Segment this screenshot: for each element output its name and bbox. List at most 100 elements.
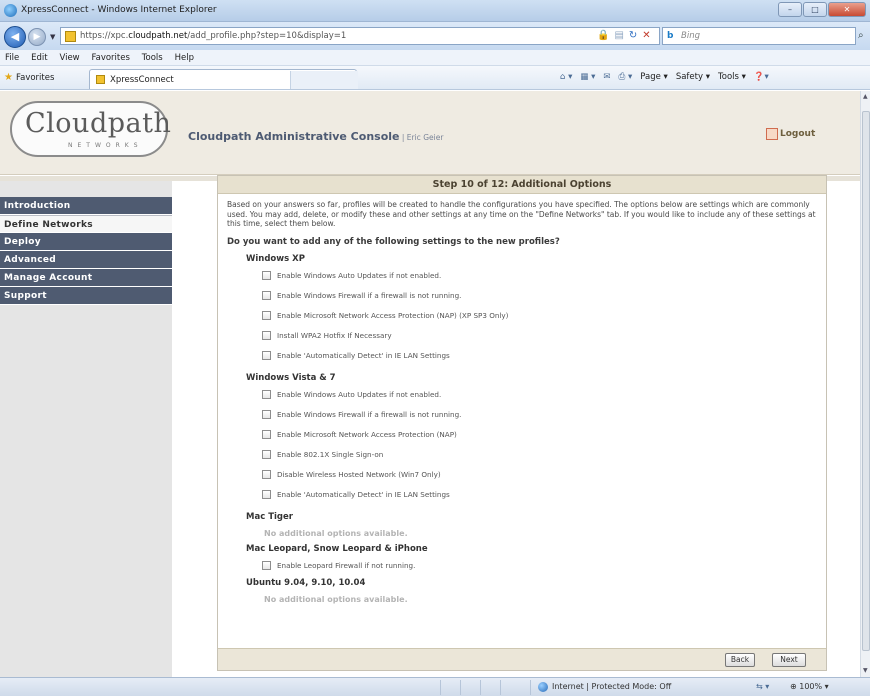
menu-file[interactable]: File xyxy=(0,50,23,63)
status-divider xyxy=(480,680,481,695)
command-bar: ⌂ ▾ ▦ ▾ ✉ ⎙ ▾ Page ▾ Safety ▾ Tools ▾ ❓▾ xyxy=(560,72,769,82)
close-button[interactable]: ✕ xyxy=(828,2,866,17)
option-checkbox[interactable] xyxy=(262,449,271,459)
option-label[interactable]: Enable Microsoft Network Access Protecti… xyxy=(277,311,508,320)
page-menu[interactable]: Page ▾ xyxy=(640,72,668,82)
question-text: Do you want to add any of the following … xyxy=(227,236,560,247)
option-label[interactable]: Install WPA2 Hotfix If Necessary xyxy=(277,331,392,340)
favorites-star-icon[interactable]: ★ xyxy=(4,72,13,83)
option-checkbox[interactable] xyxy=(262,389,271,399)
status-divider xyxy=(530,680,531,695)
sidebar-item-support[interactable]: Support xyxy=(0,287,172,305)
sidebar-item-define-networks[interactable]: Define Networks xyxy=(0,215,172,233)
option-checkbox[interactable] xyxy=(262,489,271,499)
sidebar-item-deploy[interactable]: Deploy xyxy=(0,233,172,251)
address-bar-icons: 🔒 ▤ ↻ ✕ xyxy=(597,30,651,41)
search-input[interactable]: b Bing xyxy=(662,27,856,45)
group-heading: Ubuntu 9.04, 9.10, 10.04 xyxy=(246,577,366,588)
option-checkbox[interactable] xyxy=(262,310,271,320)
option-checkbox[interactable] xyxy=(262,270,271,280)
step-title: Step 10 of 12: Additional Options xyxy=(218,176,826,194)
logout-icon[interactable] xyxy=(766,128,778,140)
address-toolbar: ◀ ▶ ▼ https://xpc.cloudpath.net/add_prof… xyxy=(0,22,870,50)
help-icon[interactable]: ❓▾ xyxy=(754,72,769,82)
menu-tools[interactable]: Tools xyxy=(137,50,167,63)
option-checkbox[interactable] xyxy=(262,429,271,439)
refresh-icon[interactable]: ↻ xyxy=(629,30,637,41)
tools-menu[interactable]: Tools ▾ xyxy=(718,72,746,82)
option-label[interactable]: Enable Windows Auto Updates if not enabl… xyxy=(277,390,441,399)
option-row: Install WPA2 Hotfix If Necessary xyxy=(246,326,826,346)
vertical-scrollbar[interactable]: ▲ ▼ xyxy=(860,91,870,677)
group-mac-leopard: Mac Leopard, Snow Leopard & iPhone Enabl… xyxy=(218,544,826,576)
option-label[interactable]: Enable 'Automatically Detect' in IE LAN … xyxy=(277,490,450,499)
maximize-button[interactable]: □ xyxy=(803,2,827,17)
stop-icon[interactable]: ✕ xyxy=(642,30,650,41)
option-row: Enable Windows Auto Updates if not enabl… xyxy=(246,385,826,405)
print-icon[interactable]: ⎙ ▾ xyxy=(619,72,633,82)
option-label[interactable]: Enable 802.1X Single Sign-on xyxy=(277,450,383,459)
option-checkbox[interactable] xyxy=(262,469,271,479)
protected-mode-icon[interactable]: ⇆ ▾ xyxy=(756,682,769,691)
page-content: Cloudpath NETWORKS Cloudpath Administrat… xyxy=(0,91,860,677)
sidebar-item-advanced[interactable]: Advanced xyxy=(0,251,172,269)
option-label[interactable]: Enable Windows Auto Updates if not enabl… xyxy=(277,271,441,280)
security-zone-text[interactable]: Internet | Protected Mode: Off xyxy=(552,682,671,691)
menu-help[interactable]: Help xyxy=(170,50,198,63)
favorites-button[interactable]: Favorites xyxy=(16,73,54,83)
home-icon[interactable]: ⌂ ▾ xyxy=(560,72,572,82)
read-mail-icon[interactable]: ✉ xyxy=(603,72,610,82)
option-label[interactable]: Disable Wireless Hosted Network (Win7 On… xyxy=(277,470,441,479)
sidebar-item-manage-account[interactable]: Manage Account xyxy=(0,269,172,287)
scrollbar-thumb[interactable] xyxy=(862,111,870,651)
recent-pages-dropdown[interactable]: ▼ xyxy=(50,33,55,41)
group-windows-vista-7: Windows Vista & 7 Enable Windows Auto Up… xyxy=(218,373,826,505)
scroll-up-icon[interactable]: ▲ xyxy=(863,93,868,100)
menu-view[interactable]: View xyxy=(54,50,83,63)
option-label[interactable]: Enable Microsoft Network Access Protecti… xyxy=(277,430,457,439)
option-checkbox[interactable] xyxy=(262,560,271,570)
compatibility-view-icon[interactable]: ▤ xyxy=(614,30,623,41)
option-row: Enable Leopard Firewall if not running. xyxy=(246,556,826,576)
option-checkbox[interactable] xyxy=(262,330,271,340)
status-divider xyxy=(440,680,441,695)
group-heading: Mac Tiger xyxy=(246,511,293,522)
group-ubuntu: Ubuntu 9.04, 9.10, 10.04 No additional o… xyxy=(218,578,826,610)
logout-link[interactable]: Logout xyxy=(780,129,815,139)
menu-edit[interactable]: Edit xyxy=(26,50,51,63)
user-name: Eric Geier xyxy=(406,133,444,142)
option-label[interactable]: Enable Windows Firewall if a firewall is… xyxy=(277,291,461,300)
minimize-button[interactable]: – xyxy=(778,2,802,17)
menu-favorites[interactable]: Favorites xyxy=(87,50,134,63)
sidebar-nav: Introduction Define Networks Deploy Adva… xyxy=(0,197,172,305)
group-mac-tiger: Mac Tiger No additional options availabl… xyxy=(218,512,826,544)
option-checkbox[interactable] xyxy=(262,409,271,419)
search-magnifier-icon[interactable]: ⌕ xyxy=(858,30,866,41)
option-checkbox[interactable] xyxy=(262,290,271,300)
option-row: Enable 802.1X Single Sign-on xyxy=(246,445,826,465)
zoom-level[interactable]: ⊕ 100% ▾ xyxy=(790,682,829,691)
safety-menu[interactable]: Safety ▾ xyxy=(676,72,710,82)
lock-icon[interactable]: 🔒 xyxy=(597,30,609,41)
option-row: Enable Windows Firewall if a firewall is… xyxy=(246,405,826,425)
next-step-button[interactable]: Next xyxy=(772,653,806,667)
option-label[interactable]: Enable Leopard Firewall if not running. xyxy=(277,561,415,570)
option-label[interactable]: Enable Windows Firewall if a firewall is… xyxy=(277,410,461,419)
option-row: Enable Windows Firewall if a firewall is… xyxy=(246,286,826,306)
tab-title: XpressConnect xyxy=(110,75,174,85)
scroll-down-icon[interactable]: ▼ xyxy=(863,667,868,674)
group-heading: Windows Vista & 7 xyxy=(246,372,336,383)
browser-tab[interactable]: XpressConnect xyxy=(89,69,358,89)
url-text[interactable]: https://xpc.cloudpath.net/add_profile.ph… xyxy=(80,31,346,41)
forward-button[interactable]: ▶ xyxy=(28,28,46,46)
group-heading: Mac Leopard, Snow Leopard & iPhone xyxy=(246,543,428,554)
option-checkbox[interactable] xyxy=(262,350,271,360)
sidebar-item-introduction[interactable]: Introduction xyxy=(0,197,172,215)
site-favicon-icon xyxy=(65,31,76,42)
address-bar[interactable]: https://xpc.cloudpath.net/add_profile.ph… xyxy=(60,27,660,45)
feeds-icon[interactable]: ▦ ▾ xyxy=(580,72,595,82)
back-step-button[interactable]: Back xyxy=(725,653,755,667)
back-button[interactable]: ◀ xyxy=(4,26,26,48)
option-label[interactable]: Enable 'Automatically Detect' in IE LAN … xyxy=(277,351,450,360)
new-tab-button[interactable] xyxy=(290,71,358,89)
